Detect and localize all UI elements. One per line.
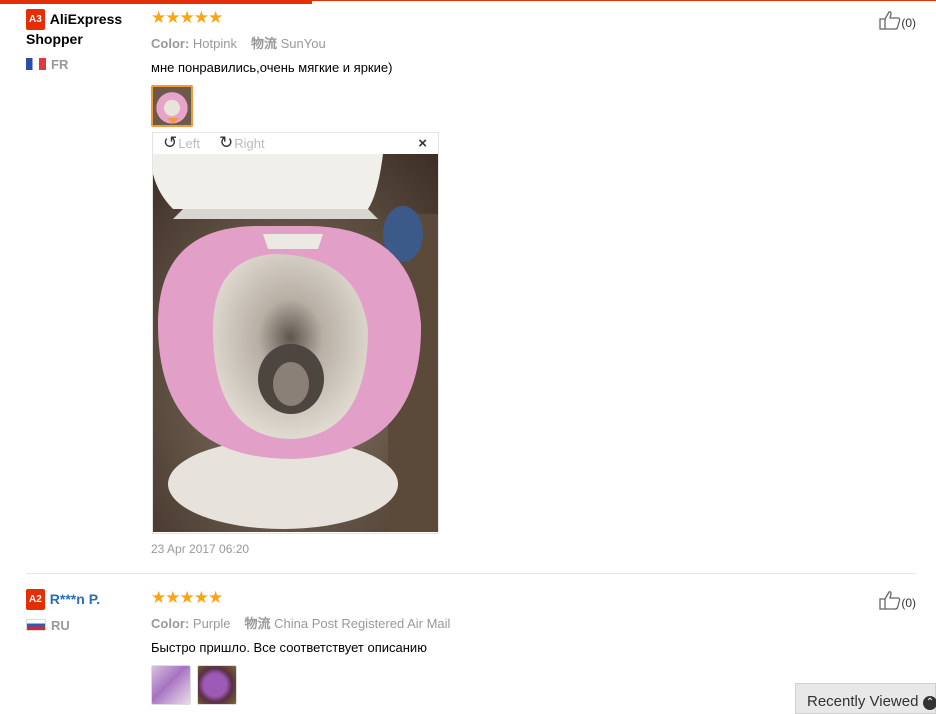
review-content: ★★★★★ Color: Purple 物流 China Post Registe…	[151, 589, 771, 709]
reviewer-info: A2 R***n P. RU	[26, 589, 146, 633]
active-tab-indicator	[0, 0, 312, 4]
thumbs-up-icon	[879, 11, 901, 30]
chevron-up-icon: ⌃	[923, 696, 936, 710]
reviewer-country: FR	[26, 57, 146, 72]
reviewer-name[interactable]: A2 R***n P.	[26, 589, 146, 610]
color-value: Purple	[192, 616, 231, 631]
star-rating: ★★★★★	[151, 8, 223, 27]
buyer-level-badge: A2	[26, 589, 45, 610]
buyer-level-badge: A3	[26, 9, 45, 30]
thumbs-up-icon	[879, 591, 901, 610]
reviewer-info: A3 AliExpress Shopper FR	[26, 9, 146, 72]
review-content: ★★★★★ Color: Hotpink 物流 SunYou мне понрав…	[151, 9, 771, 129]
photo-thumbnails	[151, 665, 771, 709]
star-rating: ★★★★★	[151, 588, 223, 607]
review-text: Быстро пришло. Все соответствует описани…	[151, 640, 427, 655]
shipping-value: SunYou	[280, 36, 326, 51]
viewer-toolbar: ↺ Left ↻ Right ×	[153, 133, 438, 154]
rotate-right-button[interactable]: ↻ Right	[219, 134, 265, 152]
flag-fr-icon	[26, 58, 46, 70]
close-icon[interactable]: ×	[418, 135, 427, 152]
rotate-right-icon: ↻	[219, 133, 234, 152]
helpful-button[interactable]: (0)	[879, 590, 916, 610]
reviewer-country: RU	[26, 618, 146, 633]
rotate-left-icon: ↺	[163, 133, 178, 152]
order-info: Color: Purple 物流 China Post Registered Ai…	[151, 616, 451, 631]
thumbnail-pointer	[167, 118, 179, 124]
order-info: Color: Hotpink 物流 SunYou	[151, 36, 326, 51]
photo-thumbnails	[151, 85, 771, 129]
review-divider	[26, 573, 916, 574]
shipping-value: China Post Registered Air Mail	[274, 616, 451, 631]
reviewer-name: A3 AliExpress Shopper	[26, 9, 123, 47]
photo-thumbnail[interactable]	[197, 665, 237, 705]
review-photo	[153, 154, 438, 532]
review-text: мне понравились,очень мягкие и яркие)	[151, 60, 393, 75]
recently-viewed-button[interactable]: Recently Viewed ⌃	[795, 683, 936, 714]
color-value: Hotpink	[192, 36, 237, 51]
top-tab-bar	[0, 0, 936, 4]
photo-thumbnail[interactable]	[151, 665, 191, 705]
photo-viewer: ↺ Left ↻ Right ×	[152, 132, 439, 534]
rotate-left-button[interactable]: ↺ Left	[163, 134, 200, 152]
review-date: 23 Apr 2017 06:20	[151, 542, 250, 556]
helpful-button[interactable]: (0)	[879, 10, 916, 30]
toilet-seat-photo	[153, 154, 438, 532]
flag-ru-icon	[26, 619, 46, 631]
